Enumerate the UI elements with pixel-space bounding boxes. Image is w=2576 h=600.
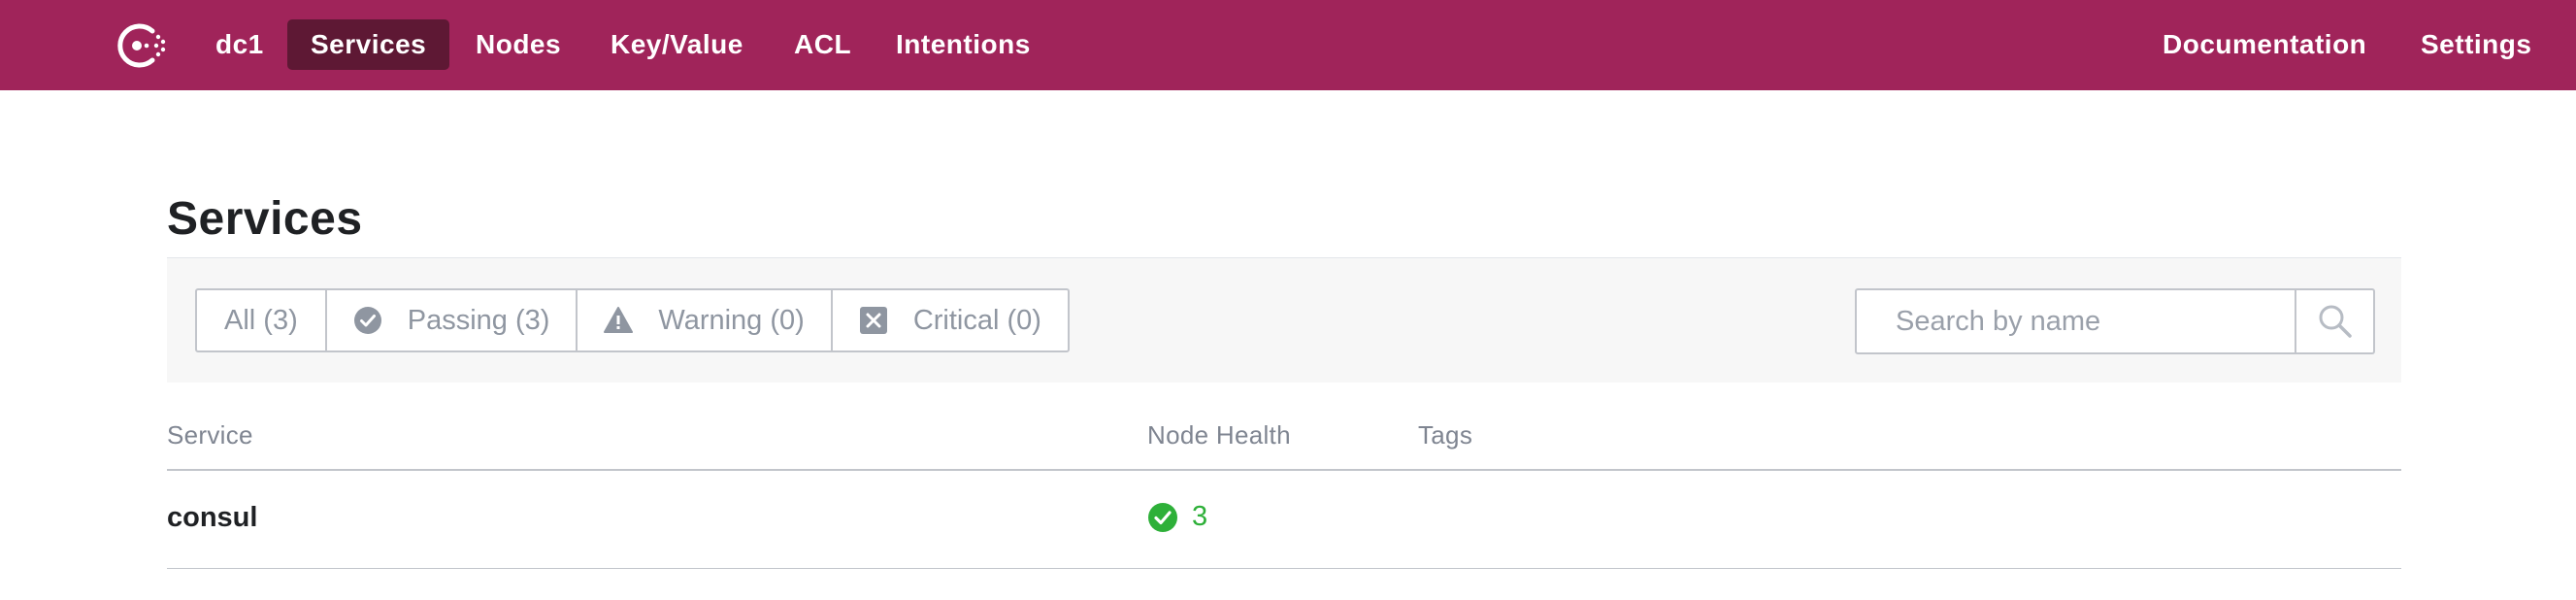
filter-label: Critical (0) [912,304,1041,336]
datacenter-selector[interactable]: dc1 [215,19,264,70]
column-header-service[interactable]: Service [167,420,253,450]
nav-key-value[interactable]: Key/Value [611,19,743,70]
status-filter-group: All (3) Passing (3) Warning (0) Critical… [195,288,1070,352]
nav-services[interactable]: Services [287,19,450,70]
nav-documentation[interactable]: Documentation [2163,19,2366,70]
warning-icon [604,307,634,333]
nav-intentions[interactable]: Intentions [896,19,1031,70]
top-navigation-bar: dc1 Services Nodes Key/Value ACL Intenti… [0,0,2576,90]
filter-critical[interactable]: Critical (0) [833,290,1068,350]
critical-x-icon [859,307,887,334]
passing-check-icon [1148,502,1177,532]
filter-warning[interactable]: Warning (0) [578,290,833,350]
nav-acl[interactable]: ACL [794,19,851,70]
search-button[interactable] [2296,288,2375,354]
column-header-tags[interactable]: Tags [1418,420,1472,450]
node-health-cell: 3 [1147,501,1207,533]
filter-label: All (3) [224,304,298,336]
search-input[interactable] [1855,288,2296,354]
table-row-divider [167,568,2401,569]
consul-logo-icon[interactable] [114,21,170,70]
check-circle-icon [353,307,381,334]
filter-passing[interactable]: Passing (3) [327,290,578,350]
filter-label: Passing (3) [407,304,550,336]
filter-label: Warning (0) [658,304,805,336]
filter-bar: All (3) Passing (3) Warning (0) Critical… [167,257,2401,383]
search-box [1855,288,2375,354]
nav-nodes[interactable]: Nodes [476,19,561,70]
filter-all[interactable]: All (3) [197,290,327,350]
search-icon [2319,305,2352,338]
service-name-link[interactable]: consul [167,502,257,534]
page-title: Services [167,193,363,245]
health-count: 3 [1192,501,1208,532]
column-header-node-health[interactable]: Node Health [1147,420,1291,450]
table-header-divider [167,469,2401,471]
nav-settings[interactable]: Settings [2421,19,2531,70]
